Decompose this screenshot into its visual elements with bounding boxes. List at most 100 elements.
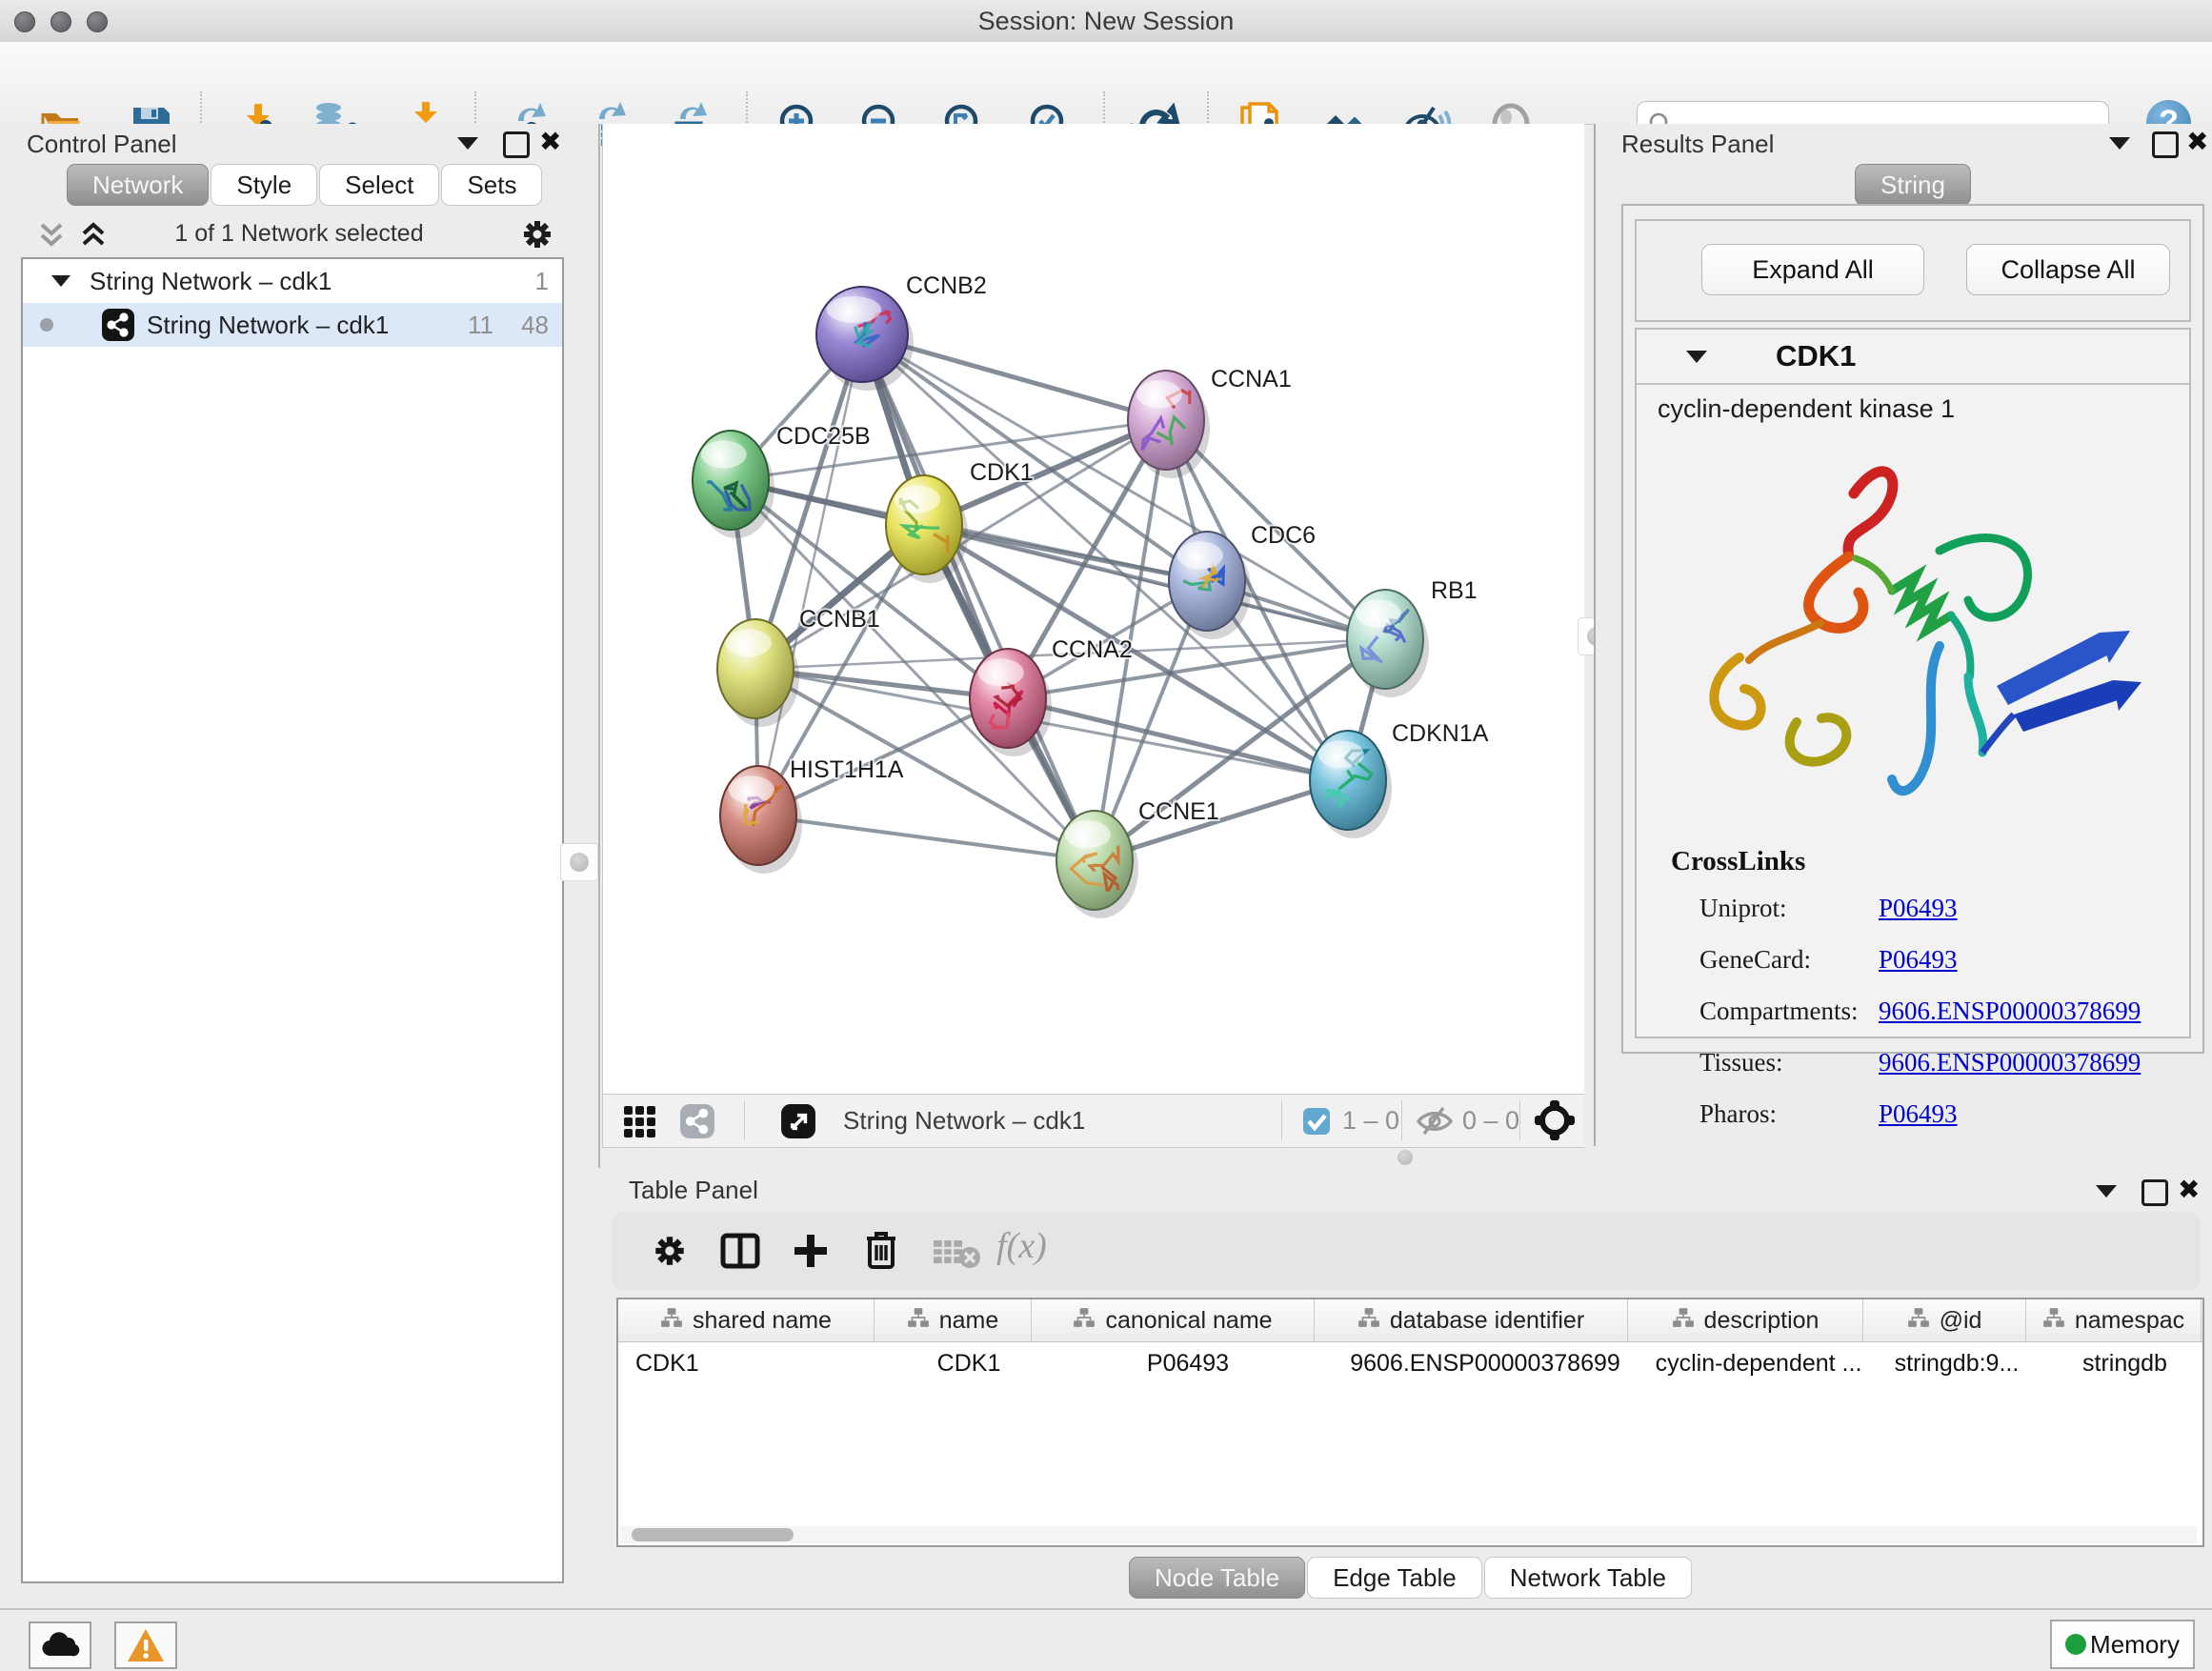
- node-label-RB1: RB1: [1431, 577, 1478, 604]
- node-label-CDC25B: CDC25B: [776, 423, 871, 450]
- table-splitter-grip[interactable]: [1398, 1150, 1413, 1165]
- node-gloss: [1318, 740, 1364, 768]
- column-header-namespac[interactable]: namespac: [2026, 1299, 2202, 1341]
- open-view-icon[interactable]: [780, 1103, 816, 1144]
- node-label-CDK1: CDK1: [970, 459, 1034, 486]
- node-gloss: [729, 775, 774, 803]
- section-collapse-icon[interactable]: [1686, 351, 1707, 363]
- column-header-canonical-name[interactable]: canonical name: [1032, 1299, 1315, 1341]
- network-status-dot: [40, 318, 53, 332]
- network-options-gear-icon[interactable]: [518, 215, 556, 258]
- protein-structure-image: [1654, 436, 2187, 836]
- network-view-name: String Network – cdk1: [843, 1095, 1085, 1147]
- panel-splitter-grip[interactable]: [560, 843, 598, 881]
- crosslink-link[interactable]: P06493: [1879, 945, 1958, 975]
- column-header-description[interactable]: description: [1628, 1299, 1863, 1341]
- cloud-button[interactable]: [29, 1621, 91, 1669]
- warning-button[interactable]: [114, 1621, 177, 1669]
- column-header-name[interactable]: name: [875, 1299, 1032, 1341]
- node-gloss: [1177, 541, 1223, 569]
- node-gloss: [726, 629, 772, 656]
- tab-sets[interactable]: Sets: [441, 164, 542, 206]
- control-panel-title: Control Panel: [27, 130, 177, 159]
- table-panel-menu-icon[interactable]: [2096, 1185, 2117, 1198]
- table-settings-gear-icon[interactable]: [650, 1231, 690, 1276]
- crosslink-link[interactable]: 9606.ENSP00000378699: [1879, 997, 2141, 1026]
- edge-HIST1H1A-CCNE1[interactable]: [758, 815, 1095, 860]
- results-panel: Results Panel ✖ String Expand All Collap…: [1594, 124, 2212, 1146]
- node-label-CDC6: CDC6: [1251, 522, 1316, 549]
- results-panel-menu-icon[interactable]: [2109, 137, 2130, 150]
- column-header--id[interactable]: @id: [1863, 1299, 2026, 1341]
- gene-section-header[interactable]: CDK1: [1637, 330, 2189, 385]
- delete-column-trash-icon[interactable]: [861, 1229, 901, 1276]
- hidden-eye-icon: [1415, 1105, 1455, 1142]
- column-label: namespac: [2075, 1307, 2184, 1335]
- crosslink-label: Pharos:: [1699, 1099, 1777, 1129]
- string-view-icon[interactable]: [679, 1103, 715, 1144]
- node-gloss: [895, 485, 940, 513]
- column-label: shared name: [693, 1307, 832, 1335]
- hidden-counts: 0 – 0: [1462, 1095, 1519, 1147]
- crosslink-link[interactable]: P06493: [1879, 894, 1958, 923]
- show-columns-icon[interactable]: [720, 1231, 760, 1276]
- tab-select[interactable]: Select: [319, 164, 439, 206]
- add-column-icon[interactable]: [791, 1231, 831, 1276]
- table-cell[interactable]: stringdb:9...: [1876, 1342, 2038, 1384]
- table-cell[interactable]: CDK1: [891, 1342, 1047, 1384]
- tab-string[interactable]: String: [1855, 164, 1971, 206]
- results-panel-close-icon[interactable]: ✖: [2186, 130, 2208, 154]
- string-app-icon: [101, 308, 135, 355]
- gene-section: CDK1 cyclin-dependent kinase 1: [1635, 328, 2191, 1038]
- control-panel-float-icon[interactable]: [503, 131, 530, 158]
- network-row[interactable]: String Network – cdk1 11 48: [23, 303, 562, 347]
- cloud-icon: [39, 1629, 81, 1661]
- crosslink-link[interactable]: P06493: [1879, 1099, 1958, 1129]
- tab-network[interactable]: Network: [67, 164, 209, 206]
- crosslink-label: Uniprot:: [1699, 894, 1787, 923]
- crosslink-link[interactable]: 9606.ENSP00000378699: [1879, 1048, 2141, 1077]
- tab-network-table[interactable]: Network Table: [1484, 1557, 1692, 1599]
- node-gloss: [978, 658, 1024, 686]
- network-graph[interactable]: CCNB2CCNA1CDC25BCDK1CDC6RB1CCNB1CCNA2CDK…: [603, 124, 1584, 1094]
- column-type-icon: [660, 1307, 683, 1335]
- tab-node-table[interactable]: Node Table: [1129, 1557, 1305, 1599]
- column-type-icon: [907, 1307, 930, 1335]
- node-count: 11: [468, 303, 493, 347]
- tab-style[interactable]: Style: [211, 164, 317, 206]
- network-collection-row[interactable]: String Network – cdk1 1: [23, 259, 562, 303]
- edge-CCNB2-HIST1H1A[interactable]: [758, 334, 862, 815]
- expand-all-button[interactable]: Expand All: [1701, 244, 1924, 295]
- tab-edge-table[interactable]: Edge Table: [1307, 1557, 1482, 1599]
- node-table: shared name name canonical name database id…: [616, 1298, 2204, 1547]
- table-panel-close-icon[interactable]: ✖: [2178, 1178, 2200, 1202]
- column-header-shared-name[interactable]: shared name: [618, 1299, 875, 1341]
- gene-description: cyclin-dependent kinase 1: [1658, 394, 1955, 424]
- birdseye-icon[interactable]: [1533, 1098, 1577, 1147]
- network-label: String Network – cdk1: [147, 303, 389, 347]
- table-row[interactable]: CDK1CDK1P064939606.ENSP00000378699cyclin…: [618, 1342, 2202, 1384]
- crosslink-row: GeneCard:P06493: [1637, 945, 2189, 997]
- collapse-triangle-icon[interactable]: [51, 275, 70, 287]
- table-panel-float-icon[interactable]: [2142, 1179, 2168, 1206]
- column-header-database-identifier[interactable]: database identifier: [1315, 1299, 1628, 1341]
- table-cell[interactable]: cyclin-dependent ...: [1641, 1342, 1876, 1384]
- selected-checkbox-icon[interactable]: [1302, 1107, 1331, 1140]
- control-panel-menu-icon[interactable]: [457, 137, 478, 150]
- table-cell[interactable]: 9606.ENSP00000378699: [1329, 1342, 1641, 1384]
- table-cell[interactable]: stringdb: [2038, 1342, 2212, 1384]
- table-panel-tabs: Node TableEdge TableNetwork Table: [1129, 1557, 1694, 1599]
- table-header-row: shared name name canonical name database id…: [618, 1299, 2202, 1342]
- network-canvas[interactable]: CCNB2CCNA1CDC25BCDK1CDC6RB1CCNB1CCNA2CDK…: [602, 124, 1584, 1094]
- column-label: canonical name: [1105, 1307, 1272, 1335]
- table-panel-title: Table Panel: [629, 1176, 758, 1205]
- table-hscrollbar[interactable]: [620, 1526, 2197, 1543]
- results-panel-float-icon[interactable]: [2152, 131, 2179, 158]
- network-list-header: 1 of 1 Network selected: [0, 213, 598, 255]
- table-cell[interactable]: P06493: [1047, 1342, 1329, 1384]
- table-cell[interactable]: CDK1: [618, 1342, 891, 1384]
- memory-button[interactable]: Memory: [2050, 1620, 2195, 1669]
- grid-view-icon[interactable]: [622, 1104, 656, 1143]
- collapse-all-button[interactable]: Collapse All: [1966, 244, 2170, 295]
- control-panel-close-icon[interactable]: ✖: [539, 130, 561, 154]
